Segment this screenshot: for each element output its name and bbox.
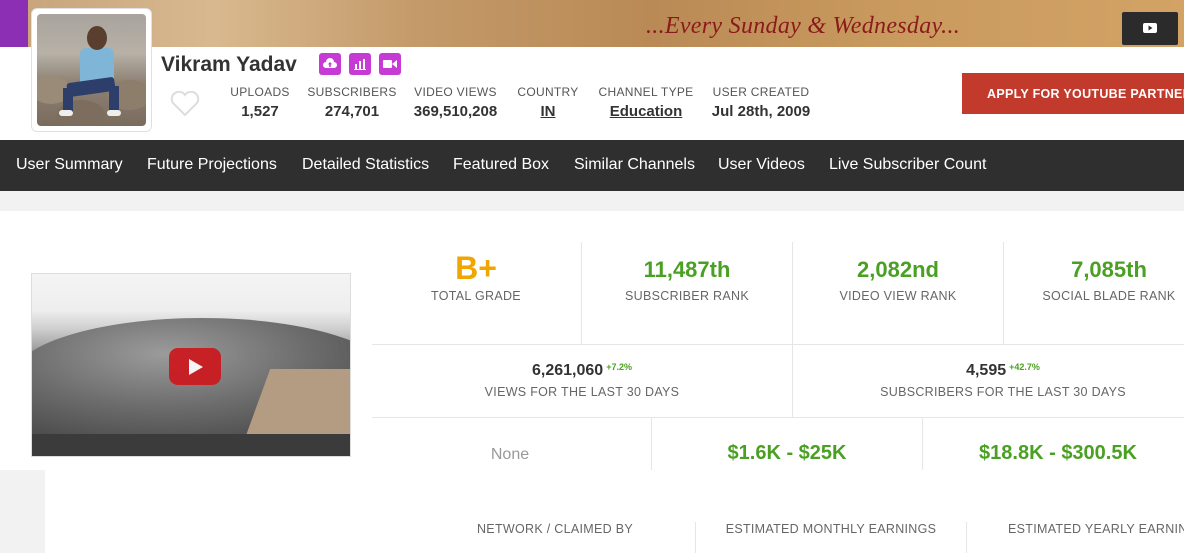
- channel-type-link[interactable]: Education: [594, 103, 698, 120]
- video-view-rank-value: 2,082nd: [857, 257, 939, 282]
- avatar-image: [37, 14, 146, 126]
- channel-nav: User Summary Future Projections Detailed…: [0, 140, 1184, 191]
- stat-value: 369,510,208: [413, 103, 498, 120]
- channel-header: Vikram Yadav UPLOADS 1,527 SUBSCRIBERS 2…: [0, 47, 1184, 140]
- views-30-value: 6,261,060: [532, 362, 604, 379]
- subscriber-rank-value: 11,487th: [643, 257, 731, 282]
- monthly-earnings-value: $1.6K - $25K: [727, 442, 847, 464]
- youtube-link-button[interactable]: [1122, 12, 1178, 45]
- stat-label: SUBSCRIBERS: [307, 85, 397, 99]
- nav-user-videos[interactable]: User Videos: [718, 156, 805, 174]
- subs-30-value: 4,595: [966, 362, 1007, 379]
- nav-live-subscriber-count[interactable]: Live Subscriber Count: [829, 156, 986, 174]
- video-camera-icon[interactable]: [379, 53, 401, 75]
- nav-user-summary[interactable]: User Summary: [16, 156, 123, 174]
- network-label: NETWORK / CLAIMED BY: [476, 522, 634, 536]
- country-link[interactable]: IN: [513, 103, 583, 120]
- video-view-rank-label: VIDEO VIEW RANK: [839, 289, 957, 303]
- stat-value: 1,527: [241, 103, 279, 120]
- video-view-rank: 2,082nd VIDEO VIEW RANK: [793, 257, 1003, 303]
- socialblade-rank: 7,085th SOCIAL BLADE RANK: [1004, 257, 1184, 303]
- stat-channel-type: CHANNEL TYPE Education: [594, 85, 698, 120]
- stat-subscribers: SUBSCRIBERS 274,701: [306, 85, 398, 120]
- yearly-earnings-value: $18.8K - $300.5K: [979, 442, 1137, 464]
- nav-featured-box[interactable]: Featured Box: [453, 156, 549, 174]
- stat-label: VIDEO VIEWS: [414, 85, 497, 99]
- network-claimed-value: None: [490, 446, 530, 463]
- channel-banner: ...Every Sunday & Wednesday...: [0, 0, 1184, 47]
- views-30-change: +7.2%: [606, 362, 632, 372]
- socialblade-rank-label: SOCIAL BLADE RANK: [1042, 289, 1176, 303]
- stat-video-views: VIDEO VIEWS 369,510,208: [408, 85, 503, 120]
- nav-detailed-statistics[interactable]: Detailed Statistics: [302, 156, 429, 174]
- monthly-earnings: $1.6K - $25K: [652, 442, 922, 465]
- subscriber-rank: 11,487th SUBSCRIBER RANK: [582, 257, 792, 303]
- chart-icon[interactable]: [349, 53, 371, 75]
- nav-future-projections[interactable]: Future Projections: [147, 156, 277, 174]
- stat-label: UPLOADS: [230, 85, 290, 99]
- apply-partner-button[interactable]: APPLY FOR YOUTUBE PARTNER: [962, 73, 1184, 114]
- channel-badges: [319, 53, 401, 75]
- channel-name: Vikram Yadav: [161, 53, 297, 76]
- subs-last-30-days: 4,595 +42.7% SUBSCRIBERS FOR THE LAST 30 …: [793, 362, 1184, 399]
- views-30-label: VIEWS FOR THE LAST 30 DAYS: [484, 385, 680, 399]
- socialblade-rank-value: 7,085th: [1071, 257, 1147, 282]
- stat-country: COUNTRY IN: [513, 85, 583, 120]
- yearly-earnings-label: ESTIMATED YEARLY EARNINGS: [1008, 522, 1184, 536]
- subscriber-rank-label: SUBSCRIBER RANK: [625, 289, 749, 303]
- stat-label: COUNTRY: [517, 85, 579, 99]
- featured-video[interactable]: [31, 273, 351, 457]
- grade-label: TOTAL GRADE: [431, 289, 521, 303]
- summary-panel-lower: [45, 470, 1184, 553]
- banner-tagline: ...Every Sunday & Wednesday...: [646, 13, 961, 39]
- yearly-earnings: $18.8K - $300.5K: [923, 442, 1184, 465]
- grade-value: B+: [455, 250, 497, 286]
- youtube-icon: [1143, 23, 1157, 33]
- monthly-earnings-label: ESTIMATED MONTHLY EARNINGS: [725, 522, 937, 536]
- stat-value: 274,701: [324, 103, 380, 120]
- banner-accent: [0, 0, 28, 47]
- total-grade: B+ TOTAL GRADE: [372, 250, 580, 303]
- stat-value: Jul 28th, 2009: [711, 103, 811, 120]
- upload-icon[interactable]: [319, 53, 341, 75]
- stat-user-created: USER CREATED Jul 28th, 2009: [706, 85, 816, 120]
- subs-30-change: +42.7%: [1009, 362, 1040, 372]
- views-last-30-days: 6,261,060 +7.2% VIEWS FOR THE LAST 30 DAY…: [372, 362, 792, 399]
- stat-label: USER CREATED: [712, 85, 810, 99]
- stat-uploads: UPLOADS 1,527: [224, 85, 296, 120]
- nav-similar-channels[interactable]: Similar Channels: [574, 156, 695, 174]
- stat-label: CHANNEL TYPE: [598, 85, 694, 99]
- avatar: [31, 8, 152, 132]
- heart-icon[interactable]: [170, 91, 200, 117]
- subs-30-label: SUBSCRIBERS FOR THE LAST 30 DAYS: [880, 385, 1126, 399]
- network-value: None: [372, 446, 648, 464]
- play-icon[interactable]: [169, 348, 221, 385]
